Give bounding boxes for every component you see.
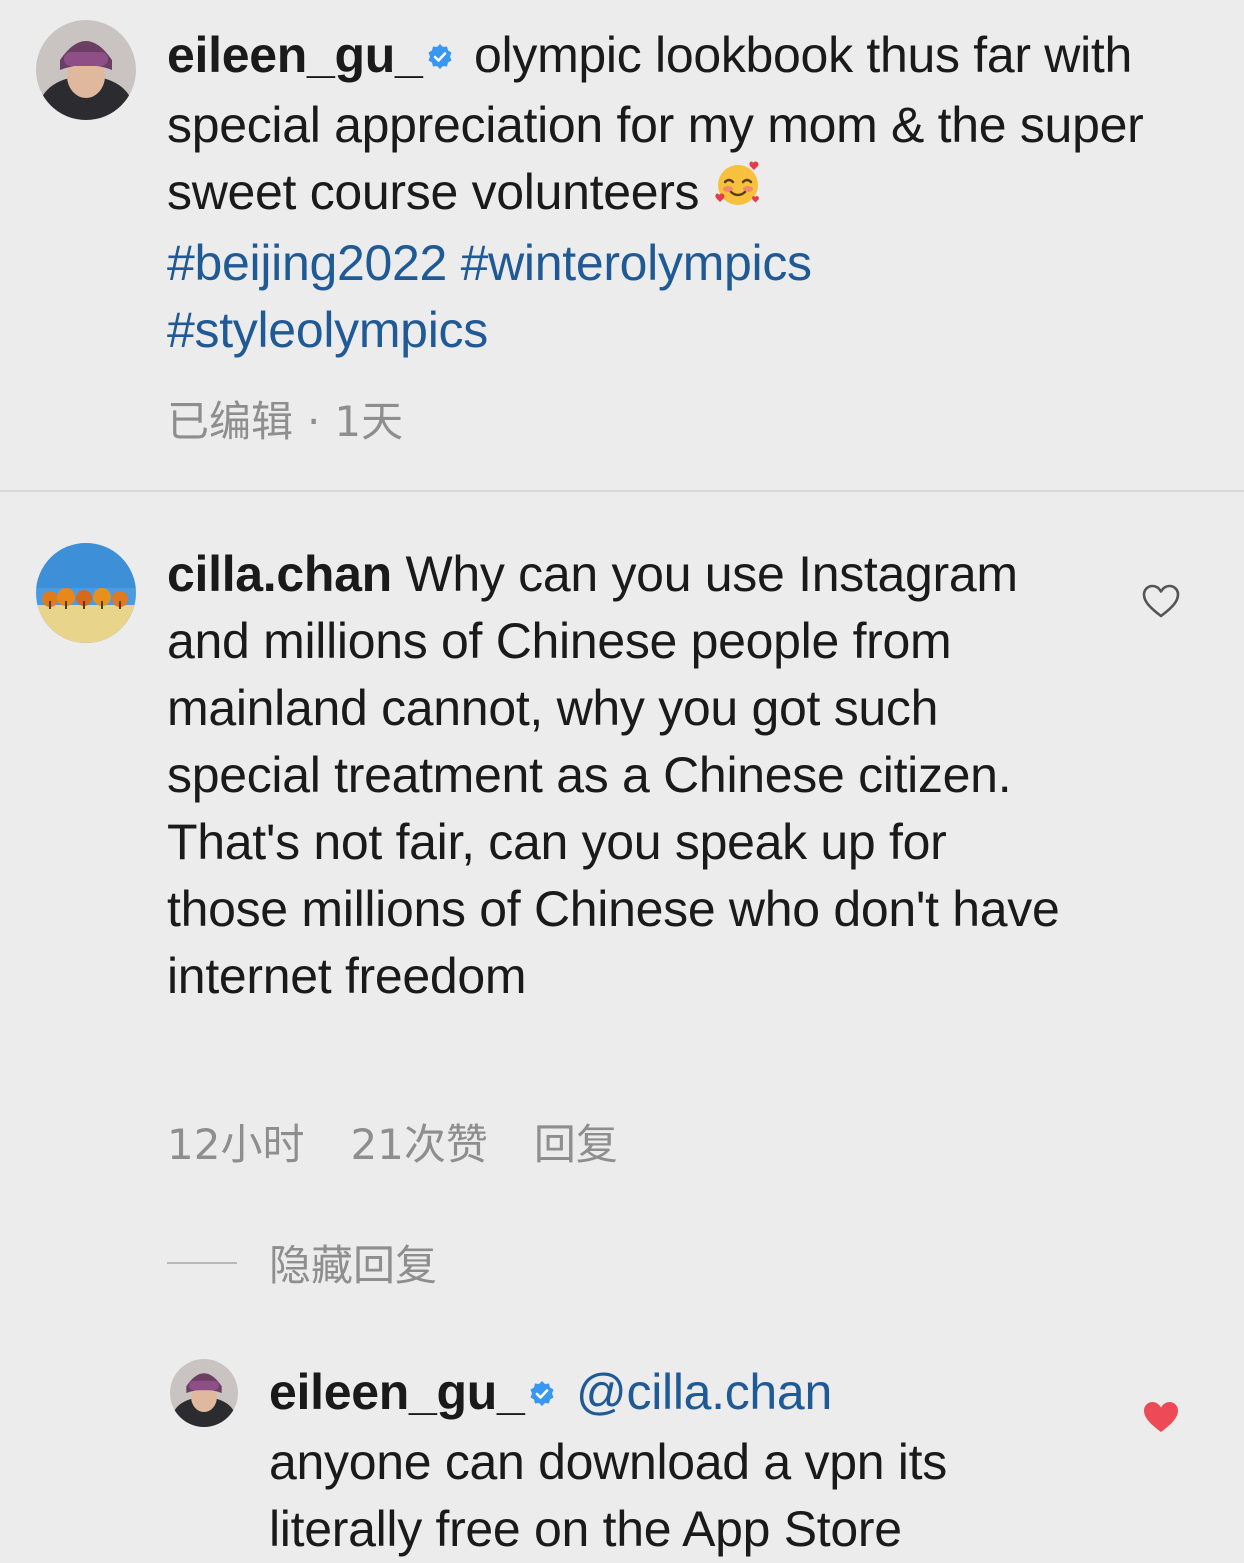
hashtag-link[interactable]: #styleolympics (167, 302, 488, 358)
hide-replies-line (167, 1261, 237, 1264)
comment-text: Why can you use Instagram and millions o… (167, 546, 1060, 1004)
verified-badge-icon (528, 1358, 556, 1425)
mention-link[interactable]: @cilla.chan (576, 1364, 832, 1420)
meta-separator: · (307, 397, 321, 446)
commenter-username[interactable]: cilla.chan (167, 546, 392, 602)
post-author-username[interactable]: eileen_gu_ (167, 27, 423, 83)
comment-likes[interactable]: 21次赞 (350, 1120, 487, 1169)
hashtag-link[interactable]: #beijing2022 (167, 235, 447, 291)
reply-body: eileen_gu_ @cilla.chan anyone can downlo… (269, 1359, 1089, 1563)
heart-filled-icon[interactable] (1141, 1399, 1181, 1435)
post-time: 1天 (334, 397, 404, 446)
post-caption: eileen_gu_ olympic lookbook thus far wit… (167, 22, 1217, 364)
post-author-avatar[interactable] (36, 20, 136, 120)
reply-author-username[interactable]: eileen_gu_ (269, 1364, 525, 1420)
comment-time: 12小时 (167, 1120, 305, 1169)
post-meta: 已编辑 · 1天 (167, 388, 449, 449)
hide-replies-label: 隐藏回复 (269, 1241, 438, 1290)
reply-button[interactable]: 回复 (534, 1120, 618, 1169)
divider (0, 490, 1244, 492)
heart-outline-icon[interactable] (1141, 583, 1181, 619)
reply-text: anyone can download a vpn its literally … (269, 1434, 947, 1558)
smiling-face-with-hearts-emoji-icon (713, 159, 763, 226)
comment-body: cilla.chan Why can you use Instagram and… (167, 541, 1072, 1010)
verified-badge-icon (426, 21, 454, 88)
commenter-avatar[interactable] (36, 543, 136, 643)
comment-meta: 12小时 21次赞 回复 (167, 1111, 664, 1172)
edited-label: 已编辑 (167, 397, 294, 446)
hide-replies-toggle[interactable]: 隐藏回复 (167, 1232, 437, 1293)
reply-author-avatar[interactable] (170, 1359, 238, 1427)
hashtag-link[interactable]: #winterolympics (461, 235, 812, 291)
